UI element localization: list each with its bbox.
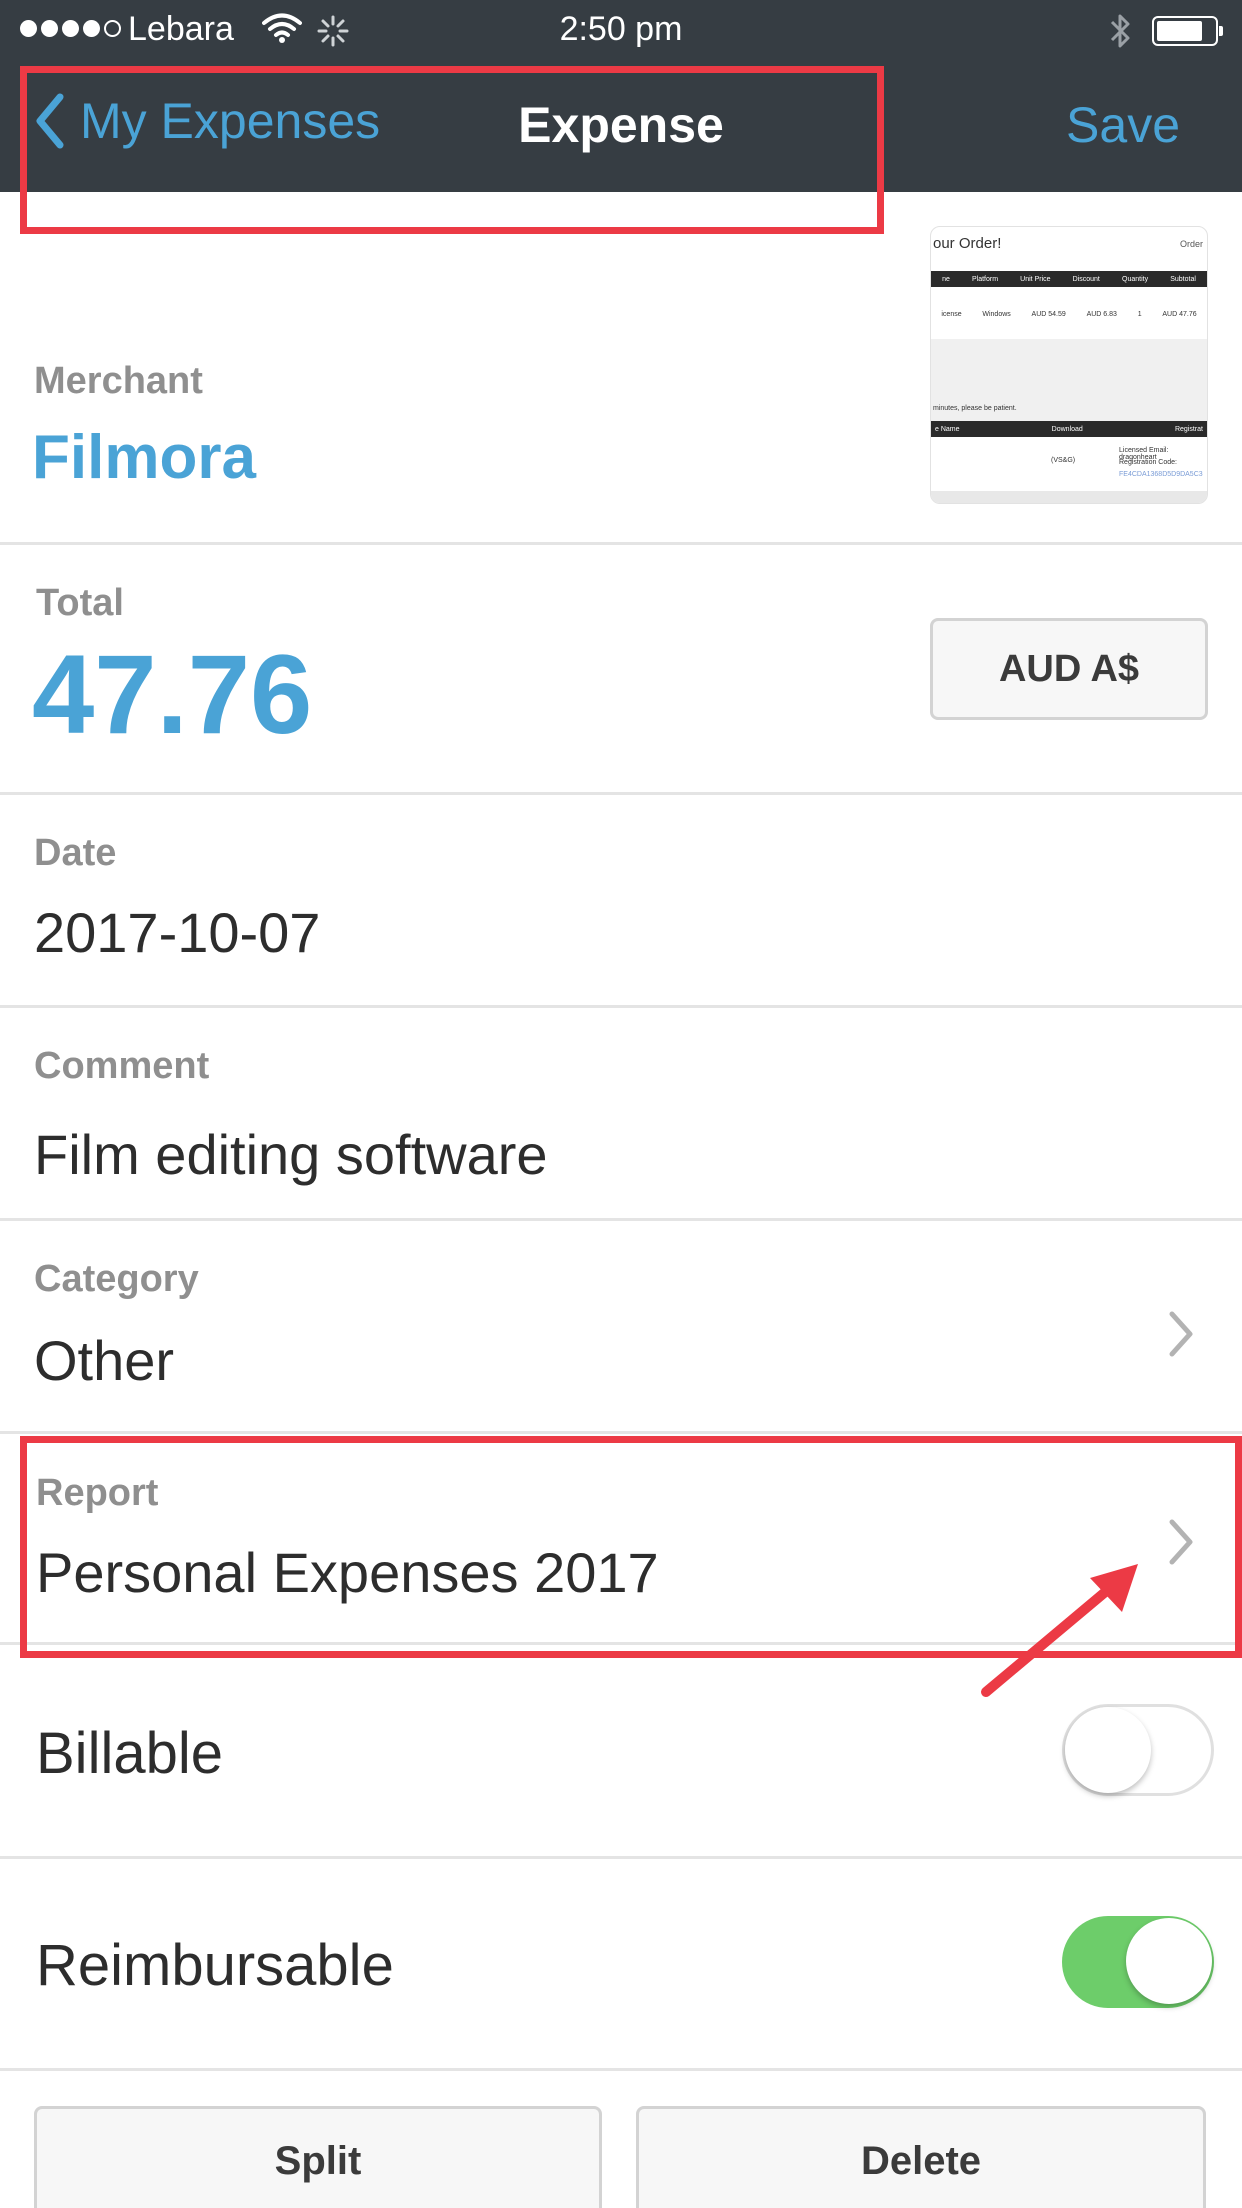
divider [0, 2068, 1242, 2071]
receipt-thumbnail[interactable]: our Order! Order ne Platform Unit Price Dis… [930, 226, 1208, 504]
category-row[interactable] [0, 1221, 1242, 1431]
status-bar: Lebara 2:50 pm [0, 0, 1242, 62]
receipt-note: minutes, please be patient. [933, 405, 1017, 412]
category-label: Category [34, 1258, 199, 1300]
receipt-table-row-2: (VS&G) Licensed Email: dragonheart Regis… [1051, 447, 1203, 478]
comment-label: Comment [34, 1045, 210, 1087]
currency-button[interactable]: AUD A$ [930, 618, 1208, 720]
status-time: 2:50 pm [559, 10, 683, 48]
receipt-table-header: ne Platform Unit Price Discount Quantity Subt… [931, 271, 1207, 287]
date-value: 2017-10-07 [34, 901, 321, 964]
bluetooth-icon [1108, 12, 1132, 55]
save-button[interactable]: Save [1066, 96, 1180, 154]
total-amount[interactable]: 47.76 [32, 630, 312, 759]
merchant-label: Merchant [34, 360, 203, 402]
annotation-arrow-icon [981, 1564, 1138, 1697]
chevron-right-icon [1169, 1311, 1193, 1357]
comment-value: Film editing software [34, 1123, 548, 1186]
total-label: Total [36, 582, 124, 624]
annotation-highlight-box [20, 66, 884, 234]
delete-button[interactable]: Delete [636, 2106, 1206, 2208]
receipt-table-header-2: e Name Download Registrat [931, 421, 1207, 437]
billable-toggle[interactable] [1062, 1704, 1214, 1796]
divider [0, 542, 1242, 545]
receipt-table-row: icense Windows AUD 54.59 AUD 6.83 1 AUD 47.76 [941, 310, 1197, 318]
billable-label: Billable [36, 1721, 223, 1786]
split-button[interactable]: Split [34, 2106, 602, 2208]
battery-icon [1152, 16, 1223, 46]
receipt-title: our Order! [933, 235, 1002, 252]
divider [0, 1856, 1242, 1859]
date-label: Date [34, 832, 117, 874]
merchant-value[interactable]: Filmora [32, 422, 256, 493]
reimbursable-toggle[interactable] [1062, 1916, 1214, 2008]
reimbursable-label: Reimbursable [36, 1933, 394, 1998]
category-value: Other [34, 1329, 175, 1392]
receipt-title-right: Order [1179, 239, 1203, 249]
